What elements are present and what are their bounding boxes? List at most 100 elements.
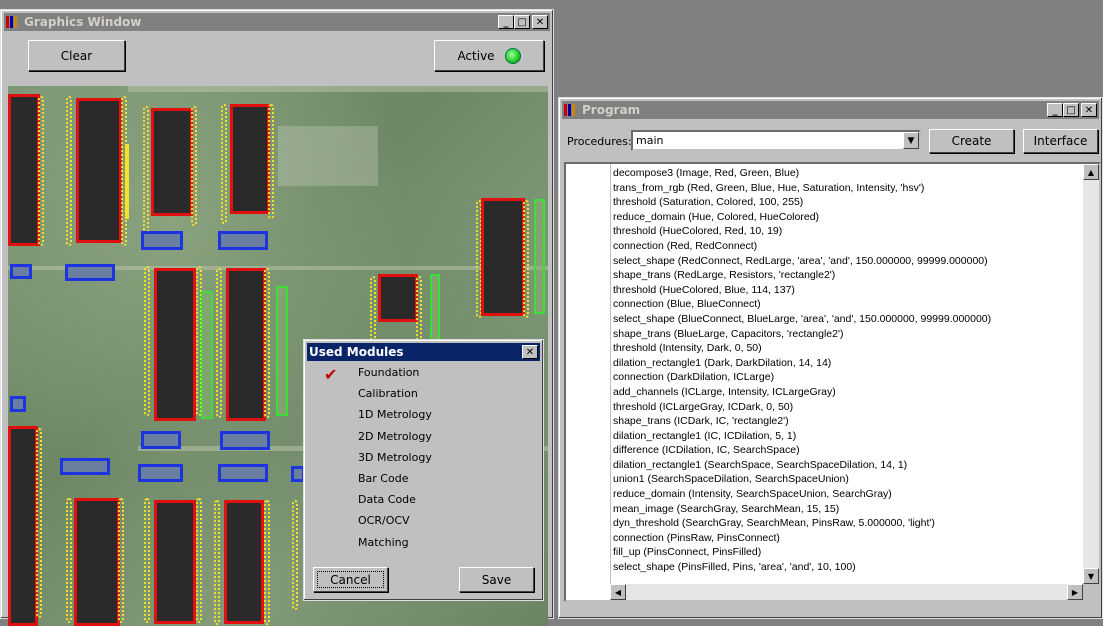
program-window-titlebar[interactable]: Program _ □ ✕: [562, 101, 1099, 119]
scroll-left-icon[interactable]: ◀: [610, 584, 626, 600]
active-button[interactable]: Active: [434, 40, 544, 71]
ic-chip: [224, 500, 264, 624]
code-lines[interactable]: decompose3 (Image, Red, Green, Blue) tran…: [613, 166, 1081, 582]
resistor: [10, 264, 32, 279]
resistor: [141, 431, 181, 449]
code-line[interactable]: shape_trans (RedLarge, Resistors, 'recta…: [613, 268, 1081, 283]
minimize-icon[interactable]: _: [498, 15, 514, 29]
code-line[interactable]: reduce_domain (Intensity, SearchSpaceUni…: [613, 487, 1081, 502]
code-line[interactable]: fill_up (PinsConnect, PinsFilled): [613, 545, 1081, 560]
code-line[interactable]: add_channels (ICLarge, Intensity, ICLarg…: [613, 385, 1081, 400]
code-line[interactable]: reduce_domain (Hue, Colored, HueColored): [613, 210, 1081, 225]
pin-row: [66, 498, 72, 623]
module-list: ✔ Foundation Calibration 1D Metrology 2D Met…: [324, 362, 524, 553]
module-item[interactable]: 2D Metrology: [324, 426, 524, 447]
maximize-icon[interactable]: □: [514, 15, 530, 29]
code-line[interactable]: select_shape (BlueConnect, BlueLarge, 'a…: [613, 312, 1081, 327]
module-item[interactable]: Calibration: [324, 383, 524, 404]
clear-button-label: Clear: [60, 48, 93, 63]
pin-row: [66, 96, 72, 246]
scroll-right-icon[interactable]: ▶: [1067, 584, 1083, 600]
code-line[interactable]: threshold (Intensity, Dark, 0, 50): [613, 341, 1081, 356]
cancel-button-label: Cancel: [330, 572, 371, 587]
scroll-down-icon[interactable]: ▼: [1083, 568, 1099, 584]
code-line[interactable]: threshold (ICLargeGray, ICDark, 0, 50): [613, 400, 1081, 415]
minimize-icon[interactable]: _: [1047, 103, 1063, 117]
resistor: [141, 231, 183, 250]
resistor: [10, 396, 26, 412]
used-modules-dialog: Used Modules ✕ ✔ Foundation Calibration 1D …: [303, 339, 544, 601]
pin-row: [523, 200, 529, 318]
code-line[interactable]: union1 (SearchSpaceDilation, SearchSpace…: [613, 472, 1081, 487]
procedures-select[interactable]: main ▼: [631, 130, 921, 151]
module-item[interactable]: ✔ Foundation: [324, 362, 524, 384]
line-gutter[interactable]: [566, 164, 611, 584]
code-line[interactable]: threshold (HueColored, Red, 10, 19): [613, 224, 1081, 239]
code-line[interactable]: dilation_rectangle1 (Dark, DarkDilation,…: [613, 356, 1081, 371]
module-item[interactable]: Bar Code: [324, 468, 524, 489]
module-item[interactable]: OCR/OCV: [324, 510, 524, 531]
capacitor: [201, 291, 213, 419]
module-label: Calibration: [358, 387, 418, 401]
module-item[interactable]: Data Code: [324, 489, 524, 510]
code-line[interactable]: trans_from_rgb (Red, Green, Blue, Hue, S…: [613, 181, 1081, 196]
code-line[interactable]: shape_trans (ICDark, IC, 'rectangle2'): [613, 414, 1081, 429]
app-icon: [564, 104, 578, 116]
module-label: 1D Metrology: [358, 408, 432, 422]
interface-button-label: Interface: [1033, 134, 1088, 148]
code-line[interactable]: shape_trans (BlueLarge, Capacitors, 'rec…: [613, 327, 1081, 342]
used-modules-titlebar[interactable]: Used Modules ✕: [307, 343, 540, 361]
code-line[interactable]: decompose3 (Image, Red, Green, Blue): [613, 166, 1081, 181]
create-button-label: Create: [951, 134, 992, 148]
pin-row: [264, 268, 270, 418]
close-icon[interactable]: ✕: [1081, 103, 1097, 117]
clear-button[interactable]: Clear: [28, 40, 125, 71]
graphics-window-titlebar[interactable]: Graphics Window _ □ ✕: [4, 13, 550, 31]
code-line[interactable]: dilation_rectangle1 (IC, ICDilation, 5, …: [613, 429, 1081, 444]
code-line[interactable]: connection (Red, RedConnect): [613, 239, 1081, 254]
close-icon[interactable]: ✕: [522, 345, 538, 359]
active-button-label: Active: [457, 48, 495, 63]
chevron-down-icon[interactable]: ▼: [903, 132, 919, 149]
module-label: 3D Metrology: [358, 450, 432, 464]
maximize-icon[interactable]: □: [1063, 103, 1079, 117]
code-line[interactable]: dyn_threshold (SearchGray, SearchMean, P…: [613, 516, 1081, 531]
checkmark-icon[interactable]: ✔: [324, 365, 342, 384]
code-line[interactable]: select_shape (RedConnect, RedLarge, 'are…: [613, 254, 1081, 269]
code-line[interactable]: mean_image (SearchGray, SearchMean, 15, …: [613, 502, 1081, 517]
pin-row: [38, 96, 44, 246]
module-item[interactable]: Matching: [324, 532, 524, 553]
module-item[interactable]: 3D Metrology: [324, 447, 524, 468]
pin-row: [221, 104, 227, 224]
scroll-up-icon[interactable]: ▲: [1083, 164, 1099, 180]
ic-chip: [74, 498, 120, 626]
interface-button[interactable]: Interface: [1023, 129, 1098, 153]
module-label: Foundation: [358, 366, 420, 380]
pin-row: [216, 268, 222, 418]
program-listing[interactable]: decompose3 (Image, Red, Green, Blue) tran…: [564, 162, 1101, 602]
code-line[interactable]: threshold (Saturation, Colored, 100, 255…: [613, 195, 1081, 210]
module-item[interactable]: 1D Metrology: [324, 404, 524, 425]
code-line[interactable]: connection (Blue, BlueConnect): [613, 297, 1081, 312]
module-label: Matching: [358, 535, 409, 549]
code-line[interactable]: difference (ICDilation, IC, SearchSpace): [613, 443, 1081, 458]
resistor: [60, 458, 110, 475]
close-icon[interactable]: ✕: [532, 15, 548, 29]
create-button[interactable]: Create: [929, 129, 1014, 153]
resistor: [218, 231, 268, 250]
code-line[interactable]: dilation_rectangle1 (SearchSpace, Search…: [613, 458, 1081, 473]
pin-row: [143, 106, 149, 236]
horizontal-scrollbar[interactable]: ◀ ▶: [610, 584, 1083, 600]
vertical-scrollbar[interactable]: ▲ ▼: [1083, 164, 1099, 584]
code-line[interactable]: connection (DarkDilation, ICLarge): [613, 370, 1081, 385]
code-line[interactable]: select_shape (PinsFilled, Pins, 'area', …: [613, 560, 1081, 575]
capacitor: [534, 199, 545, 314]
active-led-icon: [504, 47, 521, 64]
code-line[interactable]: connection (PinsRaw, PinsConnect): [613, 531, 1081, 546]
program-window: Program _ □ ✕ Procedures: main ▼ Create …: [558, 97, 1103, 619]
graphics-window-title: Graphics Window: [24, 15, 142, 29]
save-button[interactable]: Save: [459, 567, 534, 592]
pin-row: [268, 104, 274, 219]
cancel-button[interactable]: Cancel: [313, 567, 388, 592]
code-line[interactable]: threshold (HueColored, Blue, 114, 137): [613, 283, 1081, 298]
